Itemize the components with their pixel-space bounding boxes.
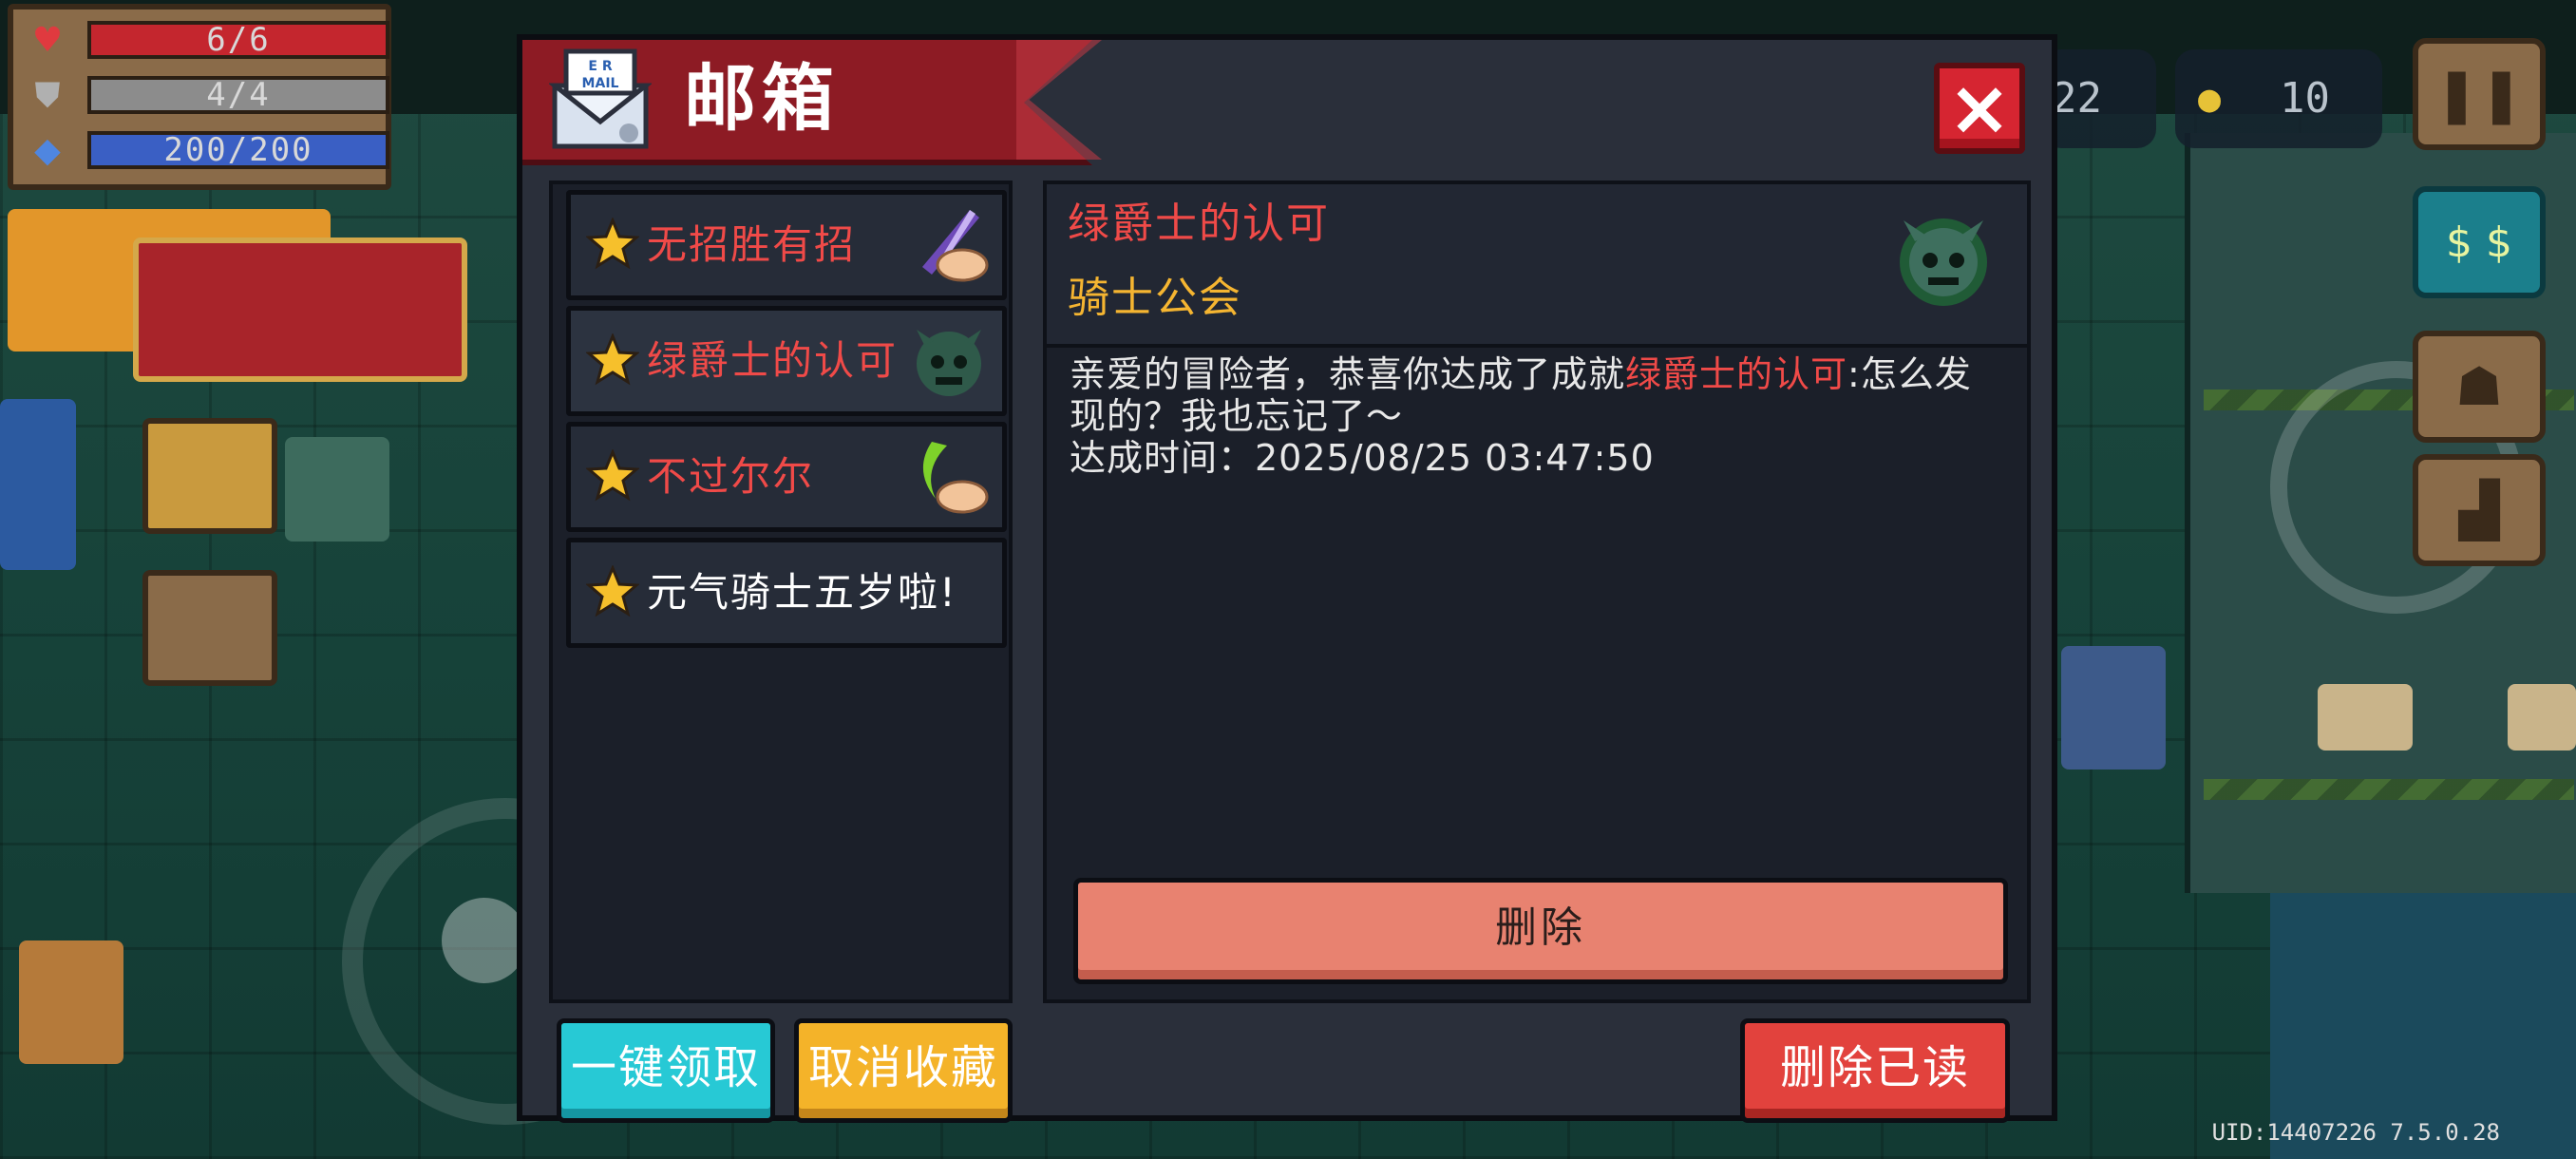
energy-row: ◆ 200/200	[23, 127, 389, 175]
mail-detail: 绿爵士的认可 骑士公会 亲爱的冒险者，恭喜你达成了成就绿爵士的认可:怎么发现的？…	[1043, 180, 2031, 1003]
green-skull-icon	[917, 330, 981, 396]
coin-icon: ●	[2198, 77, 2222, 121]
coin-counter: ● 10	[2175, 49, 2382, 148]
mailbox-dialog: E R MAIL 邮箱 × 无招胜有招 绿爵士的认可 不过尔尔 元气骑士五岁啦!…	[517, 34, 2057, 1123]
shield-icon: ⛊	[34, 76, 61, 115]
star-icon	[586, 218, 639, 270]
heart-icon: ♥	[31, 21, 64, 60]
mail-sender: 骑士公会	[1068, 274, 1242, 322]
claim-all-button[interactable]: 一键领取	[557, 1018, 775, 1123]
green-knight-avatar-icon	[1900, 218, 1987, 306]
title-banner-tail	[1016, 40, 1102, 160]
mail-subject: 绿爵士的认可	[1068, 200, 1330, 248]
npc-sprite	[2061, 646, 2166, 770]
robot-sprite	[0, 399, 76, 570]
uid-version: UID:14407226 7.5.0.28	[2211, 1119, 2500, 1146]
svg-text:MAIL: MAIL	[582, 76, 619, 91]
mail-title: 元气骑士五岁啦!	[647, 569, 957, 616]
detail-header: 绿爵士的认可 骑士公会	[1047, 184, 2027, 348]
profile-button[interactable]: ☗	[2413, 331, 2546, 443]
mail-title: 绿爵士的认可	[647, 337, 899, 384]
coin-count: 10	[2280, 74, 2330, 123]
gem-counter: 22	[2042, 49, 2156, 148]
mail-title: 不过尔尔	[647, 453, 815, 500]
armor-row: ⛊ 4/4	[23, 72, 389, 120]
achievement-time: 达成时间：2025/08/25 03:47:50	[1070, 437, 1655, 479]
armor-text: 4/4	[206, 76, 271, 114]
delete-read-label: 删除已读	[1779, 1041, 1970, 1094]
mail-item[interactable]: 无招胜有招	[566, 190, 1007, 300]
joystick-knob[interactable]	[442, 898, 527, 983]
delete-button[interactable]: 删除	[1073, 878, 2008, 984]
star-icon	[586, 333, 639, 386]
close-button[interactable]: ×	[1934, 63, 2025, 154]
mail-envelope-icon: E R MAIL	[549, 48, 652, 149]
shop-button[interactable]: $ $	[2413, 186, 2546, 298]
location-pin-button[interactable]	[142, 418, 277, 534]
delete-read-button[interactable]: 删除已读	[1740, 1018, 2010, 1123]
energy-bar: 200/200	[87, 131, 389, 169]
armor-bar: 4/4	[87, 76, 389, 114]
claim-all-label: 一键领取	[570, 1041, 761, 1094]
mail-item[interactable]: 不过尔尔	[566, 422, 1007, 532]
notice-board[interactable]	[2508, 684, 2576, 750]
body-highlight: 绿爵士的认可	[1625, 353, 1848, 395]
mail-list: 无招胜有招 绿爵士的认可 不过尔尔 元气骑士五岁啦!	[549, 180, 1013, 1003]
hp-text: 6/6	[206, 21, 271, 59]
profile-card-icon: ☗	[2454, 355, 2504, 418]
hp-bar: 6/6	[87, 21, 389, 59]
promo-banner[interactable]	[133, 238, 467, 382]
dialog-header: E R MAIL 邮箱 ×	[522, 40, 2052, 167]
mail-item[interactable]: 绿爵士的认可	[566, 306, 1007, 416]
notice-board[interactable]	[2318, 684, 2413, 750]
pause-icon: ❚❚	[2434, 63, 2524, 125]
gem-count: 22	[2052, 74, 2102, 123]
machine-sprite	[285, 437, 389, 542]
swap-button[interactable]	[142, 570, 277, 686]
hazard-stripe	[2204, 779, 2574, 800]
energy-text: 200/200	[163, 131, 313, 169]
shop-icon: $ $	[2446, 218, 2512, 267]
sword-hand-icon	[922, 210, 989, 282]
star-icon	[586, 565, 639, 618]
energy-crystal-icon: ◆	[34, 131, 61, 170]
stairs-icon: ▟	[2458, 479, 2500, 542]
mail-body: 亲爱的冒险者，恭喜你达成了成就绿爵士的认可:怎么发现的？我也忘记了～ 达成时间：…	[1070, 353, 2004, 479]
svg-text:E R: E R	[588, 59, 612, 74]
unfavorite-button[interactable]: 取消收藏	[794, 1018, 1013, 1123]
delete-label: 删除	[1495, 903, 1586, 952]
unfavorite-label: 取消收藏	[807, 1041, 998, 1094]
green-blade-hand-icon	[922, 442, 989, 514]
pause-button[interactable]: ❚❚	[2413, 38, 2546, 150]
body-text: 亲爱的冒险者，恭喜你达成了成就	[1070, 353, 1626, 395]
dialog-title: 邮箱	[684, 56, 840, 141]
player-status-panel: ♥ 6/6 ⛊ 4/4 ◆ 200/200	[8, 4, 391, 190]
mail-title: 无招胜有招	[647, 221, 857, 268]
pet-sprite	[19, 940, 123, 1064]
stairs-button[interactable]: ▟	[2413, 454, 2546, 566]
star-icon	[586, 449, 639, 502]
hp-row: ♥ 6/6	[23, 17, 389, 65]
mail-item[interactable]: 元气骑士五岁啦!	[566, 538, 1007, 648]
close-icon: ×	[1947, 64, 2012, 152]
